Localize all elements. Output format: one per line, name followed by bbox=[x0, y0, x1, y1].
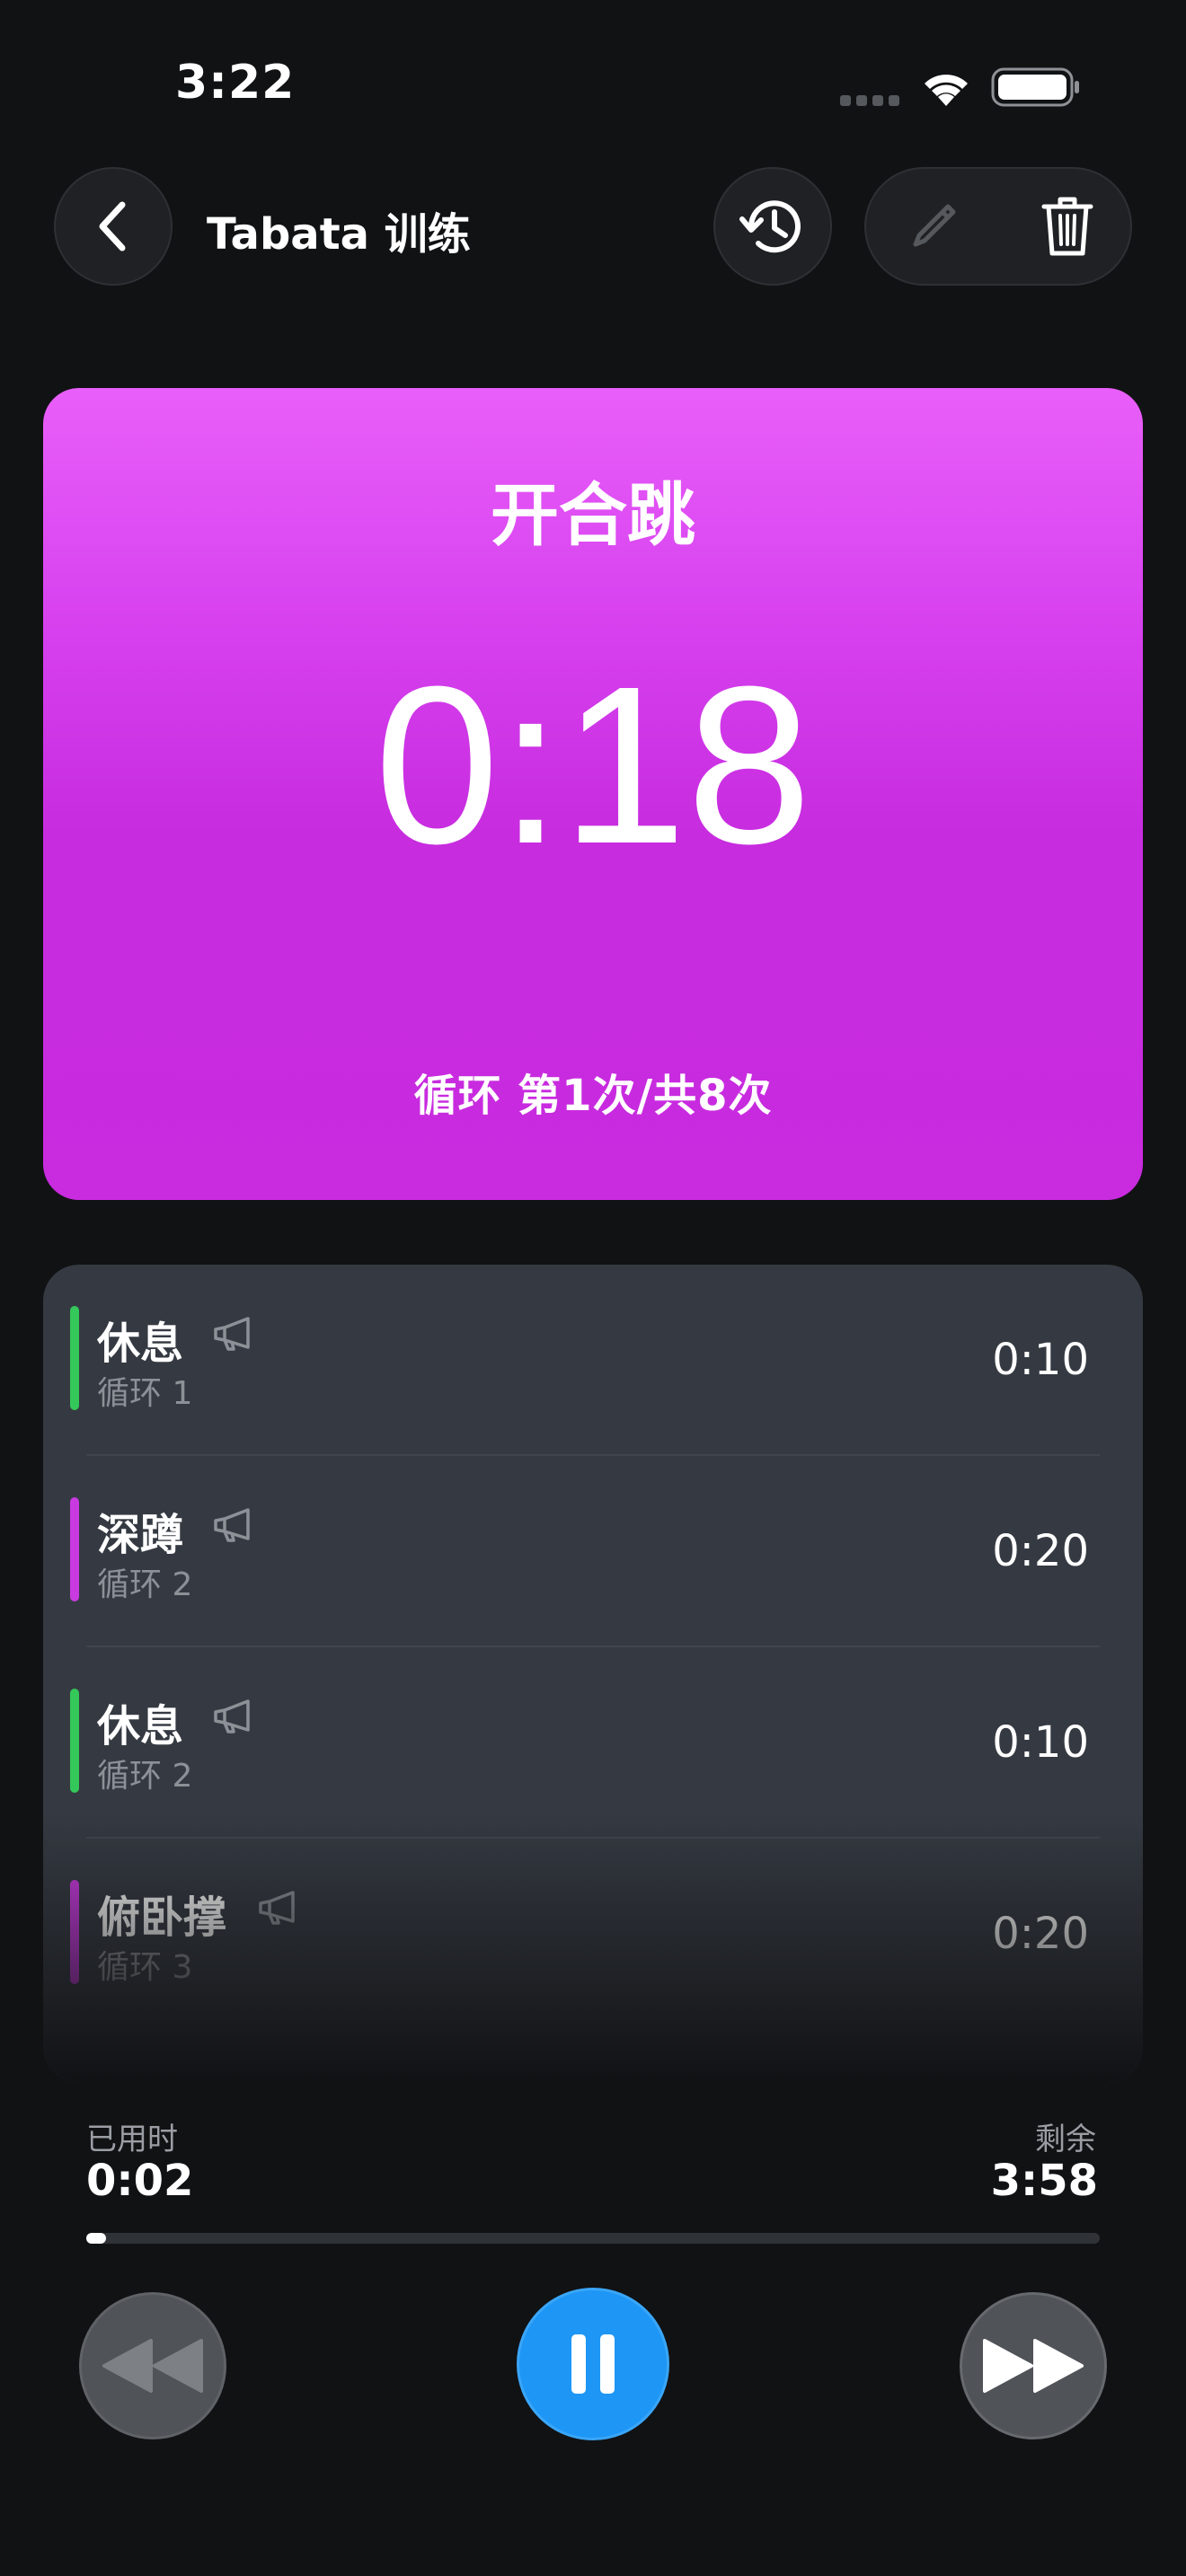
list-item[interactable]: 休息 循环 1 0:10 bbox=[43, 1265, 1143, 1456]
wifi-icon bbox=[925, 75, 968, 106]
history-button[interactable] bbox=[713, 167, 832, 286]
elapsed-label: 已用时 bbox=[86, 2122, 178, 2157]
trash-icon bbox=[1041, 197, 1093, 256]
history-icon bbox=[739, 200, 801, 253]
item-duration: 0:10 bbox=[992, 1717, 1089, 1768]
pause-button[interactable] bbox=[517, 2288, 669, 2440]
back-button[interactable] bbox=[54, 167, 173, 286]
battery-icon bbox=[991, 67, 1079, 107]
item-round: 循环 1 bbox=[97, 1375, 193, 1412]
list-item[interactable]: 俯卧撑 循环 3 0:20 bbox=[43, 1839, 1143, 2030]
item-round: 循环 3 bbox=[97, 1949, 193, 1986]
fast-forward-icon bbox=[983, 2339, 1084, 2393]
status-time: 3:22 bbox=[175, 56, 296, 110]
round-indicator: 循环 第1次/共8次 bbox=[413, 1071, 773, 1121]
pause-icon bbox=[571, 2334, 615, 2394]
type-color-bar bbox=[70, 1306, 79, 1410]
megaphone-icon bbox=[214, 1699, 250, 1734]
rewind-icon bbox=[102, 2339, 203, 2393]
chevron-left-icon bbox=[99, 201, 126, 251]
countdown-timer: 0:18 bbox=[374, 640, 812, 890]
next-button[interactable] bbox=[960, 2292, 1107, 2439]
edit-button[interactable] bbox=[866, 169, 1000, 284]
progress-fill bbox=[86, 2233, 106, 2244]
current-exercise-name: 开合跳 bbox=[491, 475, 695, 555]
edit-delete-group bbox=[864, 167, 1132, 286]
progress-bar[interactable] bbox=[86, 2233, 1100, 2244]
delete-button[interactable] bbox=[1000, 169, 1134, 284]
megaphone-icon bbox=[214, 1508, 250, 1542]
previous-button[interactable] bbox=[79, 2292, 226, 2439]
item-name: 深蹲 bbox=[97, 1510, 184, 1560]
item-round: 循环 2 bbox=[97, 1758, 193, 1795]
item-name: 休息 bbox=[97, 1701, 184, 1751]
type-color-bar bbox=[70, 1880, 79, 1984]
elapsed-time: 0:02 bbox=[86, 2156, 194, 2206]
status-icons bbox=[840, 63, 1083, 108]
remaining-time: 3:58 bbox=[990, 2156, 1098, 2206]
type-color-bar bbox=[70, 1689, 79, 1793]
item-name: 俯卧撑 bbox=[97, 1892, 227, 1943]
item-duration: 0:20 bbox=[992, 1909, 1089, 1959]
pencil-icon bbox=[913, 204, 955, 247]
upcoming-list: 休息 循环 1 0:10 深蹲 循环 2 0:20 休息 循环 2 0:10 俯… bbox=[43, 1265, 1143, 2082]
item-name: 休息 bbox=[97, 1319, 184, 1369]
item-round: 循环 2 bbox=[97, 1566, 193, 1603]
cellular-signal-icon bbox=[840, 95, 899, 106]
megaphone-icon bbox=[259, 1891, 295, 1925]
remaining-label: 剩余 bbox=[1035, 2122, 1096, 2157]
list-item[interactable]: 休息 循环 2 0:10 bbox=[43, 1647, 1143, 1839]
type-color-bar bbox=[70, 1497, 79, 1601]
item-duration: 0:10 bbox=[992, 1335, 1089, 1385]
megaphone-icon bbox=[214, 1317, 250, 1351]
item-duration: 0:20 bbox=[992, 1526, 1089, 1576]
page-title: Tabata 训练 bbox=[207, 209, 471, 260]
list-item[interactable]: 深蹲 循环 2 0:20 bbox=[43, 1456, 1143, 1647]
